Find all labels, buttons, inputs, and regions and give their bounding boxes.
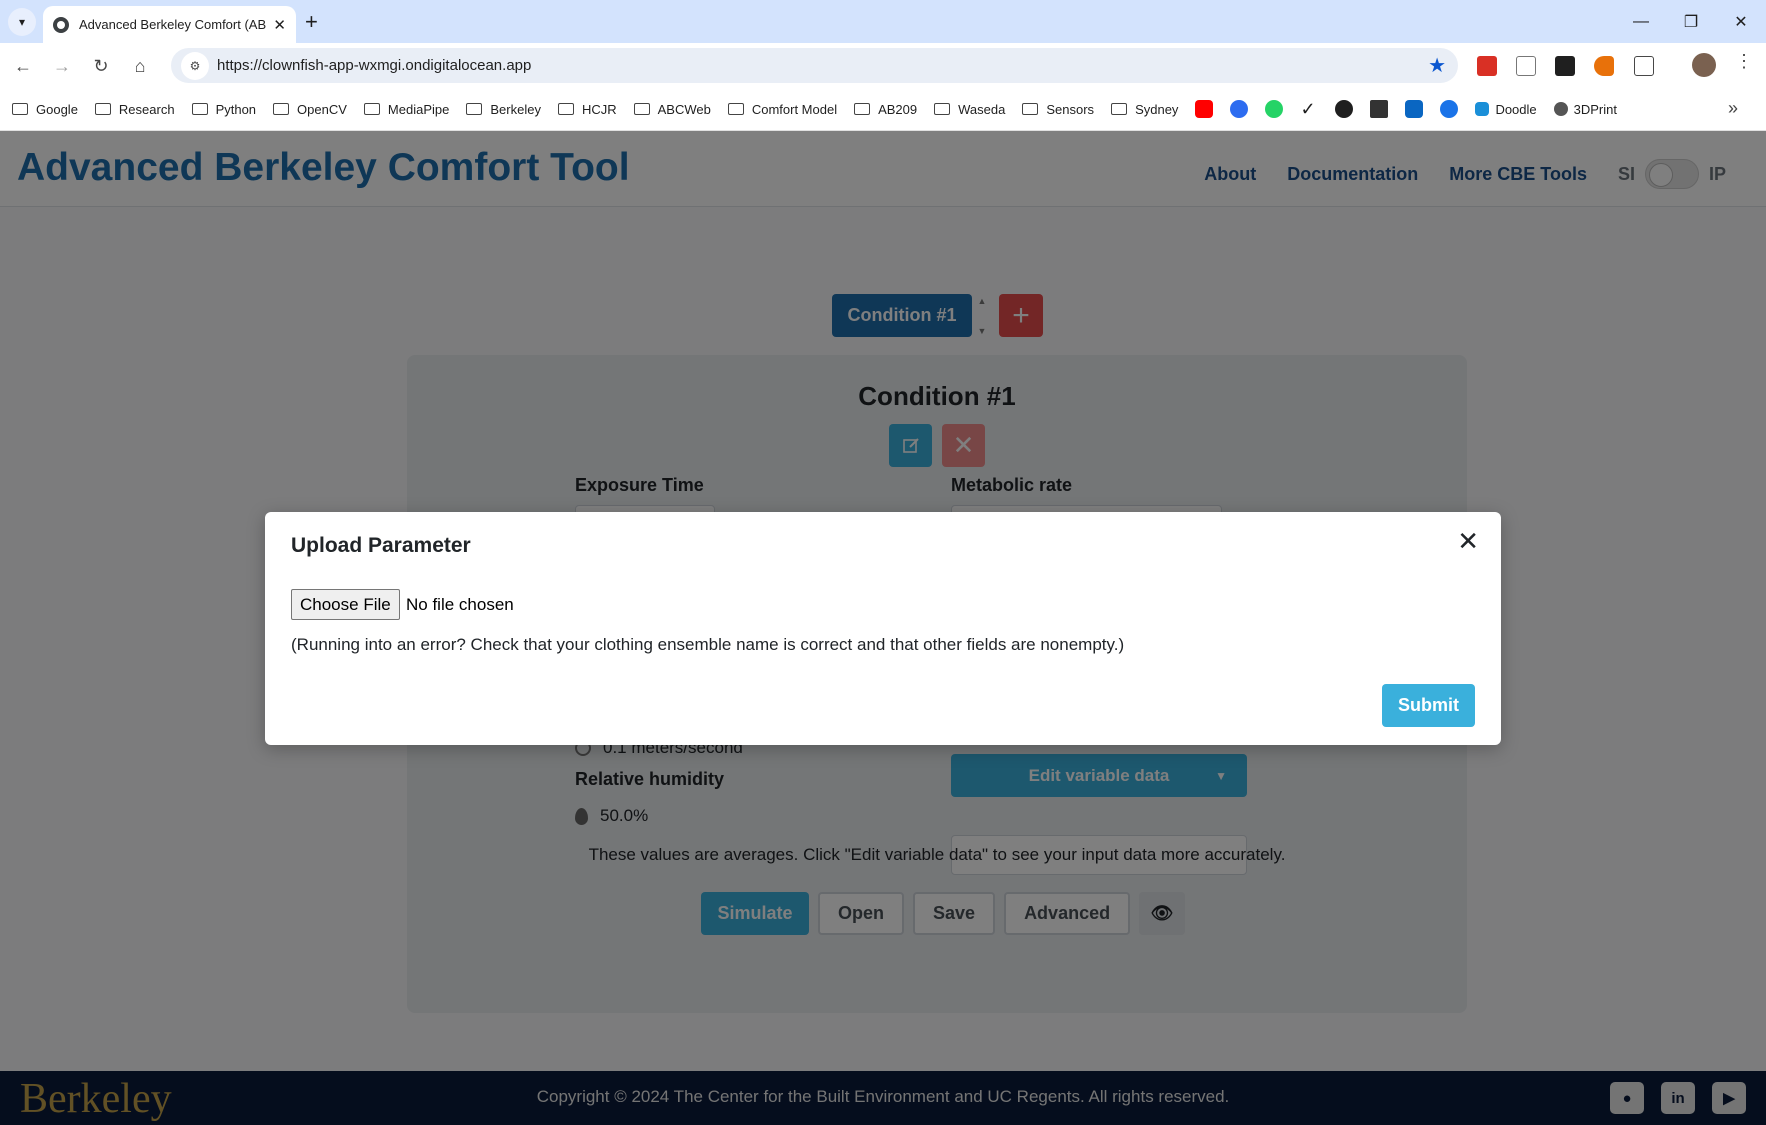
doodle-icon xyxy=(1475,102,1490,116)
back-button[interactable]: ← xyxy=(8,51,38,81)
folder-icon xyxy=(633,103,650,115)
bookmarks-bar: Google Research Python OpenCV MediaPipe … xyxy=(0,88,1766,131)
globe-icon xyxy=(53,16,69,33)
modal-close-icon[interactable]: ✕ xyxy=(1457,526,1479,556)
print-icon xyxy=(1553,102,1568,116)
site-settings-icon[interactable]: ⚙ xyxy=(181,51,209,80)
extensions-puzzle-icon[interactable] xyxy=(1634,56,1654,76)
reload-button[interactable]: ↻ xyxy=(86,51,116,81)
browser-menu-icon[interactable]: ⋮ xyxy=(1735,51,1753,72)
bookmark-folder[interactable]: Waseda xyxy=(934,102,1005,117)
layers-bookmark-icon[interactable] xyxy=(1370,100,1389,118)
linkedin-bookmark-icon[interactable] xyxy=(1405,100,1424,118)
bookmark-star-icon[interactable]: ★ xyxy=(1428,53,1446,78)
browser-tabstrip: ▾ Advanced Berkeley Comfort (AB ✕ + — ❐ … xyxy=(0,0,1766,43)
bookmark-folder[interactable]: Research xyxy=(94,102,175,117)
choose-file-button[interactable]: Choose File xyxy=(291,589,400,620)
folder-icon xyxy=(934,103,951,115)
browser-toolbar: ← → ↻ ⌂ ⚙ https://clownfish-app-wxmgi.on… xyxy=(0,43,1766,88)
checkmark-bookmark-icon[interactable]: ✓ xyxy=(1300,100,1318,118)
youtube-bookmark-icon[interactable] xyxy=(1195,100,1214,118)
folder-icon xyxy=(191,103,208,115)
folder-icon xyxy=(466,103,483,115)
home-button[interactable]: ⌂ xyxy=(125,51,155,81)
bookmark-folder[interactable]: Comfort Model xyxy=(727,102,837,117)
bookmark-doodle[interactable]: Doodle xyxy=(1475,102,1537,117)
extension-red-icon[interactable] xyxy=(1477,56,1497,76)
github-bookmark-icon[interactable] xyxy=(1335,100,1354,118)
bookmark-folder[interactable]: AB209 xyxy=(854,102,917,117)
forward-button[interactable]: → xyxy=(47,51,77,81)
zoom-bookmark-icon[interactable] xyxy=(1230,100,1249,118)
bookmark-folder[interactable]: Berkeley xyxy=(466,102,541,117)
bookmark-folder[interactable]: Sensors xyxy=(1022,102,1094,117)
bookmarks-overflow-icon[interactable]: » xyxy=(1728,98,1738,119)
folder-icon xyxy=(12,103,28,115)
folder-icon xyxy=(1111,103,1128,115)
circle-bookmark-icon[interactable] xyxy=(1440,100,1459,118)
error-hint-text: (Running into an error? Check that your … xyxy=(291,635,1125,654)
bookmark-folder[interactable]: OpenCV xyxy=(273,102,347,117)
restore-button[interactable]: ❐ xyxy=(1666,0,1716,43)
profile-avatar[interactable] xyxy=(1692,53,1716,77)
submit-button[interactable]: Submit xyxy=(1382,684,1475,727)
folder-icon xyxy=(363,103,380,115)
new-tab-button[interactable]: + xyxy=(305,8,318,36)
address-bar[interactable]: ⚙ https://clownfish-app-wxmgi.ondigitalo… xyxy=(171,48,1458,83)
folder-icon xyxy=(727,103,744,115)
bookmark-folder[interactable]: MediaPipe xyxy=(363,102,449,117)
extension-doc-icon[interactable] xyxy=(1516,56,1536,76)
modal-title: Upload Parameter xyxy=(291,534,471,557)
tab-title: Advanced Berkeley Comfort (AB xyxy=(79,17,267,32)
browser-tab-active[interactable]: Advanced Berkeley Comfort (AB ✕ xyxy=(43,6,296,43)
minimize-button[interactable]: — xyxy=(1616,0,1666,43)
window-controls: — ❐ ✕ xyxy=(1616,0,1766,43)
bookmark-folder[interactable]: Google xyxy=(12,102,78,117)
bookmark-folder[interactable]: HCJR xyxy=(557,102,617,117)
tab-close-icon[interactable]: ✕ xyxy=(273,16,286,34)
bookmark-3dprint[interactable]: 3DPrint xyxy=(1553,102,1617,117)
bookmark-folder[interactable]: ABCWeb xyxy=(633,102,711,117)
whatsapp-bookmark-icon[interactable] xyxy=(1265,100,1284,118)
bookmark-folder[interactable]: Sydney xyxy=(1111,102,1178,117)
folder-icon xyxy=(94,103,111,115)
no-file-text: No file chosen xyxy=(406,595,514,614)
extension-square-icon[interactable] xyxy=(1555,56,1575,76)
tab-search-button[interactable]: ▾ xyxy=(8,8,36,36)
bookmark-folder[interactable]: Python xyxy=(191,102,256,117)
folder-icon xyxy=(557,103,574,115)
folder-icon xyxy=(1022,103,1039,115)
folder-icon xyxy=(854,103,871,115)
window-close-button[interactable]: ✕ xyxy=(1716,0,1766,43)
folder-icon xyxy=(273,103,290,115)
url-text[interactable]: https://clownfish-app-wxmgi.ondigitaloce… xyxy=(217,57,1428,74)
upload-parameter-modal: Upload Parameter ✕ Choose File No file c… xyxy=(265,512,1501,745)
extension-megaphone-icon[interactable] xyxy=(1594,56,1614,76)
